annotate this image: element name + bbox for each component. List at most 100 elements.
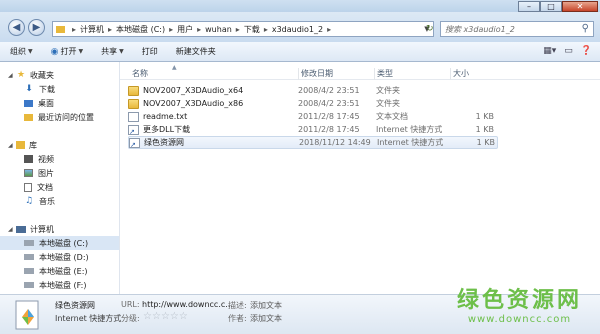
sidebar-item-drive-e[interactable]: 本地磁盘 (E:) (0, 264, 119, 278)
file-row[interactable]: NOV2007_X3DAudio_x64 2008/4/2 23:51 文件夹 (128, 84, 498, 97)
shortcut-icon (128, 124, 139, 136)
drive-icon (24, 240, 34, 246)
sidebar-item-drive-d[interactable]: 本地磁盘 (D:) (0, 250, 119, 264)
file-name: NOV2007_X3DAudio_x64 (143, 86, 244, 95)
view-options-icon[interactable]: ▦▾ (543, 46, 556, 56)
author-label: 作者: (228, 314, 247, 323)
sidebar-item-recent[interactable]: 最近访问的位置 (0, 110, 119, 124)
file-type: 文件夹 (376, 86, 400, 95)
chevron-down-icon: ▼ (78, 48, 84, 55)
share-label: 共享 (101, 47, 118, 56)
star-icon[interactable]: ☆ (161, 311, 170, 322)
view-controls: ▦▾ ▭ ❓ (543, 46, 592, 56)
breadcrumb-computer[interactable]: 计算机 (80, 24, 104, 35)
file-name: 绿色资源网 (144, 138, 184, 147)
file-date: 2011/2/8 17:45 (298, 112, 360, 121)
file-date: 2008/4/2 23:51 (298, 86, 360, 95)
close-button[interactable]: ✕ (562, 1, 598, 12)
column-name[interactable]: 名称 (132, 68, 148, 79)
rating-stars[interactable]: ☆☆☆☆☆ (143, 311, 188, 322)
sidebar-item-label: 视频 (38, 154, 54, 164)
breadcrumb-separator: ▸ (169, 24, 174, 34)
sidebar-item-downloads[interactable]: ⬇ 下载 (0, 82, 119, 96)
preview-pane-icon[interactable]: ▭ (564, 46, 573, 56)
minimize-button[interactable]: – (518, 1, 540, 12)
command-bar: 组织 ▼ ◉ 打开 ▼ 共享 ▼ 打印 新建文件夹 ▦▾ ▭ ❓ (0, 42, 600, 62)
sidebar-item-desktop[interactable]: 桌面 (0, 96, 119, 110)
breadcrumb-users[interactable]: 用户 (177, 24, 193, 35)
folder-icon (128, 98, 139, 109)
sidebar-item-label: 收藏夹 (30, 70, 54, 80)
sidebar-item-label: 本地磁盘 (E:) (39, 266, 88, 276)
sidebar-item-videos[interactable]: 视频 (0, 152, 119, 166)
sidebar-item-label: 本地磁盘 (C:) (39, 238, 89, 248)
sidebar-item-label: 文档 (37, 182, 53, 192)
column-date[interactable]: 修改日期 (298, 68, 333, 80)
chevron-down-icon: ◢ (8, 71, 13, 79)
search-icon[interactable]: ⚲ (582, 23, 589, 34)
organize-button[interactable]: 组织 ▼ (10, 46, 33, 57)
sidebar-item-pictures[interactable]: 图片 (0, 166, 119, 180)
sidebar-item-label: 图片 (38, 168, 54, 178)
picture-icon (24, 169, 33, 177)
breadcrumb-current[interactable]: x3daudio1_2 (272, 25, 323, 34)
search-box[interactable]: 搜索 x3daudio1_2 ⚲ (440, 21, 594, 37)
refresh-icon[interactable]: ↻ (426, 21, 438, 37)
star-icon[interactable]: ☆ (143, 311, 152, 322)
description-value[interactable]: 添加文本 (250, 300, 282, 311)
sidebar-libraries[interactable]: ◢ 库 (0, 138, 119, 152)
libraries-group: ◢ 库 视频 图片 文档 ♫ 音乐 (0, 138, 119, 208)
sidebar-item-music[interactable]: ♫ 音乐 (0, 194, 119, 208)
star-icon[interactable]: ☆ (152, 311, 161, 322)
column-type[interactable]: 类型 (374, 68, 393, 80)
help-icon[interactable]: ❓ (581, 46, 592, 56)
file-date: 2008/4/2 23:51 (298, 99, 360, 108)
file-row[interactable]: 更多DLL下载 2011/2/8 17:45 Internet 快捷方式 1 K… (128, 123, 498, 136)
shortcut-large-icon (15, 300, 39, 330)
navigation-pane: ◢ ★ 收藏夹 ⬇ 下载 桌面 最近访问的位置 ◢ 库 视频 图片 文档 ♫ 音… (0, 62, 120, 294)
new-folder-button[interactable]: 新建文件夹 (176, 46, 216, 57)
file-row[interactable]: NOV2007_X3DAudio_x86 2008/4/2 23:51 文件夹 (128, 97, 498, 110)
sort-arrow-icon: ▲ (172, 64, 177, 71)
sidebar-item-documents[interactable]: 文档 (0, 180, 119, 194)
address-bar[interactable]: ▸ 计算机 ▸ 本地磁盘 (C:) ▸ 用户 ▸ wuhan ▸ 下载 ▸ x3… (52, 21, 434, 37)
rating-label: 分级: (121, 314, 140, 323)
file-row[interactable]: readme.txt 2011/2/8 17:45 文本文档 1 KB (128, 110, 498, 123)
star-icon[interactable]: ☆ (170, 311, 179, 322)
file-row-selected[interactable]: 绿色资源网 2018/11/12 14:49 Internet 快捷方式 1 K… (128, 136, 498, 149)
column-size[interactable]: 大小 (450, 68, 469, 80)
forward-button[interactable]: ▶ (28, 19, 45, 36)
forward-arrow-icon: ▶ (32, 22, 41, 33)
url-value[interactable]: http://www.downcc.c... (142, 300, 233, 309)
details-name: 绿色资源网 (55, 301, 95, 310)
share-button[interactable]: 共享 ▼ (101, 46, 124, 57)
file-type: 文本文档 (376, 112, 408, 121)
column-header-row: ▲ 名称 修改日期 类型 大小 (120, 64, 600, 80)
open-button[interactable]: ◉ 打开 ▼ (51, 46, 83, 57)
sidebar-item-label: 桌面 (38, 98, 54, 108)
drive-icon (24, 254, 34, 260)
search-input[interactable]: 搜索 x3daudio1_2 (445, 24, 515, 35)
file-size: 1 KB (476, 138, 495, 147)
maximize-button[interactable]: □ (540, 1, 562, 12)
star-icon[interactable]: ☆ (179, 311, 188, 322)
sidebar-favorites[interactable]: ◢ ★ 收藏夹 (0, 68, 119, 82)
sidebar-item-label: 本地磁盘 (D:) (39, 252, 89, 262)
breadcrumb-drive-c[interactable]: 本地磁盘 (C:) (116, 24, 165, 35)
author-value[interactable]: 添加文本 (250, 313, 282, 324)
sidebar-item-label: 音乐 (39, 196, 55, 206)
sidebar-item-drive-f[interactable]: 本地磁盘 (F:) (0, 278, 119, 292)
url-label: URL: (121, 300, 140, 309)
print-label: 打印 (141, 47, 158, 56)
breadcrumb-wuhan[interactable]: wuhan (205, 25, 232, 34)
back-button[interactable]: ◀ (8, 19, 25, 36)
sidebar-computer[interactable]: ◢ 计算机 (0, 222, 119, 236)
sidebar-item-drive-c[interactable]: 本地磁盘 (C:) (0, 236, 119, 250)
details-type: Internet 快捷方式 (55, 314, 122, 323)
breadcrumb-downloads[interactable]: 下载 (244, 24, 260, 35)
watermark-url: www.downcc.com (467, 314, 572, 325)
print-button[interactable]: 打印 (142, 46, 158, 57)
star-icon: ★ (16, 70, 26, 80)
file-size: 1 KB (475, 112, 494, 121)
file-name: readme.txt (143, 112, 188, 121)
